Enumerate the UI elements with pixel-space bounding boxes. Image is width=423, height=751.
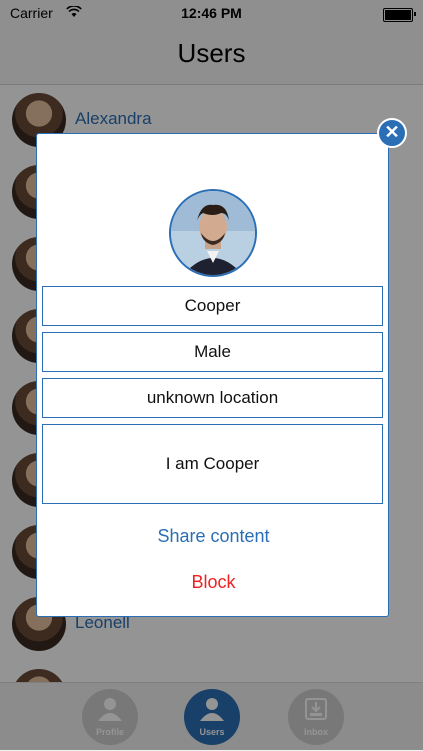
name-field: Cooper [42,286,383,326]
profile-photo [169,189,257,277]
close-icon: ✕ [384,122,400,142]
bio-field: I am Cooper [42,424,383,504]
share-content-button[interactable]: Share content [37,526,390,547]
profile-portrait-image [171,191,255,275]
close-button[interactable]: ✕ [377,118,407,148]
user-profile-modal: Cooper Male unknown location I am Cooper… [36,133,389,617]
location-field: unknown location [42,378,383,418]
block-button[interactable]: Block [37,572,390,593]
gender-field: Male [42,332,383,372]
